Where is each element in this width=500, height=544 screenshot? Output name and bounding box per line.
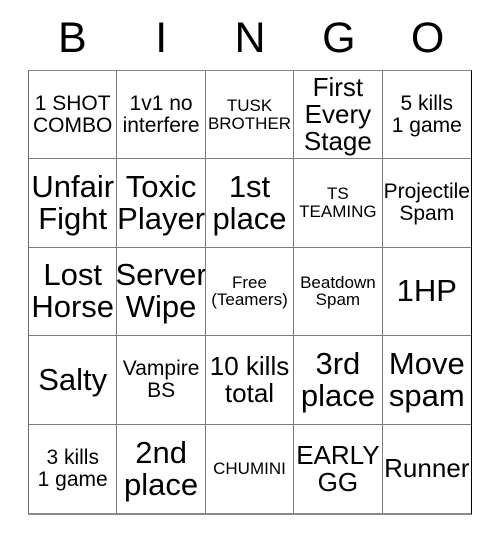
bingo-cell[interactable]: 10 kills total: [205, 336, 295, 425]
bingo-cell-label: 1HP: [396, 273, 457, 309]
bingo-header-row: B I N G O: [28, 8, 472, 70]
bingo-cell-label: 10 kills total: [209, 350, 290, 408]
bingo-cell[interactable]: 3rd place: [294, 336, 383, 425]
bingo-cell[interactable]: 1st place: [205, 159, 295, 248]
bingo-cell[interactable]: TUSK BROTHER: [205, 71, 295, 160]
bingo-cell-label: Server Wipe: [117, 257, 206, 325]
bingo-cell-label: Free (Teamers): [211, 272, 288, 310]
bingo-cell-label: Salty: [38, 361, 108, 397]
bingo-cell[interactable]: Lost Horse: [29, 247, 118, 337]
bingo-cell-label: Beatdown Spam: [300, 272, 376, 310]
bingo-cell-label: TS TEAMING: [299, 184, 377, 222]
bingo-cell[interactable]: Server Wipe: [117, 247, 206, 337]
bingo-cell-label: TUSK BROTHER: [207, 96, 292, 133]
bingo-cell[interactable]: Salty: [29, 336, 118, 425]
bingo-cell-label: 3rd place: [300, 345, 375, 413]
bingo-grid: 1 SHOT COMBO 1v1 no interfere TUSK BROTHER…: [28, 70, 472, 515]
bingo-cell[interactable]: Unfair Fight: [29, 159, 118, 248]
bingo-cell-label: 1v1 no interfere: [122, 91, 200, 137]
bingo-cell-label: Lost Horse: [31, 257, 115, 325]
bingo-cell-label: 5 kills 1 game: [391, 91, 462, 137]
bingo-cell[interactable]: Runner: [382, 424, 471, 513]
bingo-cell-label: 3 kills 1 game: [37, 445, 108, 491]
bingo-cell[interactable]: 5 kills 1 game: [382, 71, 471, 160]
header-letter-g: G: [322, 13, 356, 62]
bingo-cell-label: EARLY GG: [296, 439, 380, 497]
header-letter-n: N: [234, 13, 266, 62]
bingo-cell[interactable]: Move spam: [382, 336, 471, 425]
bingo-cell[interactable]: 2nd place: [117, 424, 206, 513]
bingo-cell[interactable]: 1 SHOT COMBO: [29, 71, 118, 160]
bingo-cell-label: 2nd place: [124, 434, 199, 502]
bingo-cell-label: 1 SHOT COMBO: [33, 91, 113, 137]
bingo-cell-label: Projectile Spam: [383, 180, 470, 226]
header-letter-o: O: [410, 13, 445, 62]
bingo-cell-label: Unfair Fight: [31, 168, 115, 237]
bingo-cell[interactable]: 1v1 no interfere: [117, 71, 206, 160]
bingo-cell[interactable]: Toxic Player: [117, 159, 206, 248]
bingo-cell[interactable]: Projectile Spam: [382, 159, 471, 248]
bingo-cell-label: 1st place: [212, 168, 287, 237]
bingo-card: B I N G O 1 SHOT COMBO 1v1 no interfere TU…: [28, 8, 472, 515]
bingo-cell-label: Toxic Player: [117, 168, 206, 237]
bingo-cell[interactable]: TS TEAMING: [294, 159, 383, 248]
bingo-cell[interactable]: CHUMINI: [205, 424, 295, 513]
header-letter-b: B: [58, 13, 87, 62]
bingo-cell[interactable]: EARLY GG: [294, 424, 383, 513]
bingo-cell[interactable]: 1HP: [382, 247, 471, 337]
bingo-cell-label: CHUMINI: [213, 458, 286, 478]
header-letter-i: I: [155, 13, 168, 62]
bingo-cell-label: Move spam: [388, 345, 465, 413]
bingo-cell[interactable]: Beatdown Spam: [294, 247, 383, 337]
bingo-cell-label: Runner: [384, 453, 470, 484]
bingo-cell[interactable]: Free (Teamers): [205, 247, 295, 337]
bingo-cell[interactable]: 3 kills 1 game: [29, 424, 118, 513]
bingo-cell-label: First Every Stage: [303, 72, 372, 157]
bingo-cell[interactable]: First Every Stage: [294, 71, 383, 160]
bingo-cell-label: Vampire BS: [122, 357, 200, 402]
bingo-cell[interactable]: Vampire BS: [117, 336, 206, 425]
